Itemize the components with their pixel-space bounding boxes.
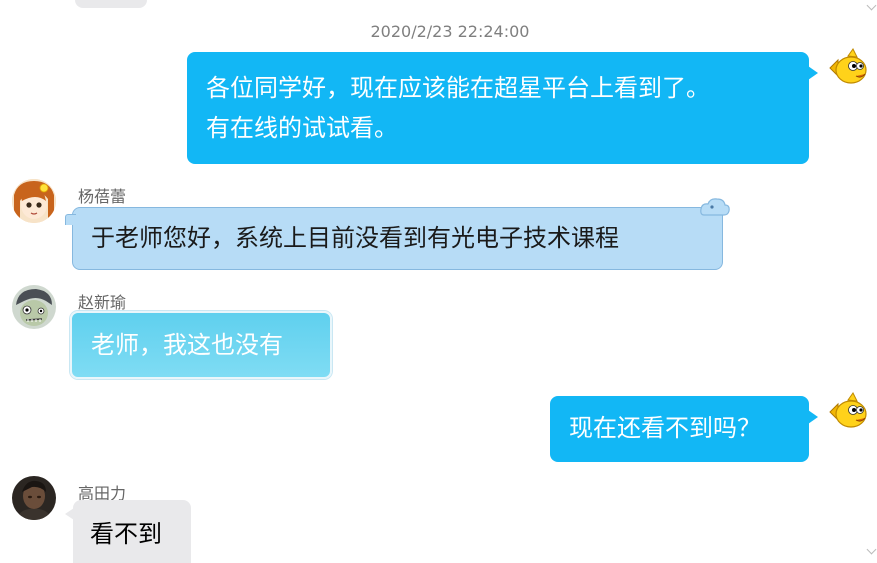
outgoing-message-bubble[interactable]: 各位同学好，现在应该能在超星平台上看到了。 有在线的试试看。	[187, 52, 818, 164]
outgoing-message-bubble[interactable]: 现在还看不到吗？	[550, 396, 818, 462]
message-text: 老师，我这也没有	[91, 331, 283, 359]
scroll-marker-bottom	[866, 544, 877, 555]
sender-avatar[interactable]	[12, 179, 56, 223]
message-text: 现在还看不到吗？	[569, 414, 761, 442]
incoming-message-bubble[interactable]: 于老师您好，系统上目前没看到有光电子技术课程	[65, 207, 723, 270]
message-text: 于老师您好，系统上目前没看到有光电子技术课程	[91, 224, 619, 252]
sender-avatar[interactable]	[12, 285, 56, 329]
message-text-line: 各位同学好，现在应该能在超星平台上看到了。	[206, 74, 710, 102]
cartoon-girl-avatar-icon	[12, 179, 56, 223]
previous-message-bubble[interactable]	[75, 0, 147, 8]
self-avatar-fish-icon[interactable]	[826, 390, 872, 436]
zombie-avatar-icon	[12, 285, 56, 329]
sender-name: 杨蓓蕾	[78, 187, 127, 206]
message-timestamp: 2020/2/23 22:24:00	[370, 22, 530, 41]
sender-name: 赵新瑜	[78, 293, 127, 312]
message-text: 看不到	[90, 520, 162, 548]
chat-message-area: 2020/2/23 22:24:00 各位同学好，现在应该能在超星平台上看到了。…	[0, 0, 877, 563]
incoming-message-bubble[interactable]: 老师，我这也没有	[70, 311, 332, 379]
sender-avatar[interactable]	[12, 476, 56, 520]
self-avatar-fish-icon[interactable]	[826, 46, 872, 92]
message-text-line: 有在线的试试看。	[206, 114, 398, 142]
photo-avatar-icon	[12, 476, 56, 520]
scroll-marker-top	[866, 0, 877, 11]
incoming-message-bubble[interactable]: 看不到	[65, 500, 191, 563]
bubble-cloud-decoration-icon	[700, 198, 730, 216]
